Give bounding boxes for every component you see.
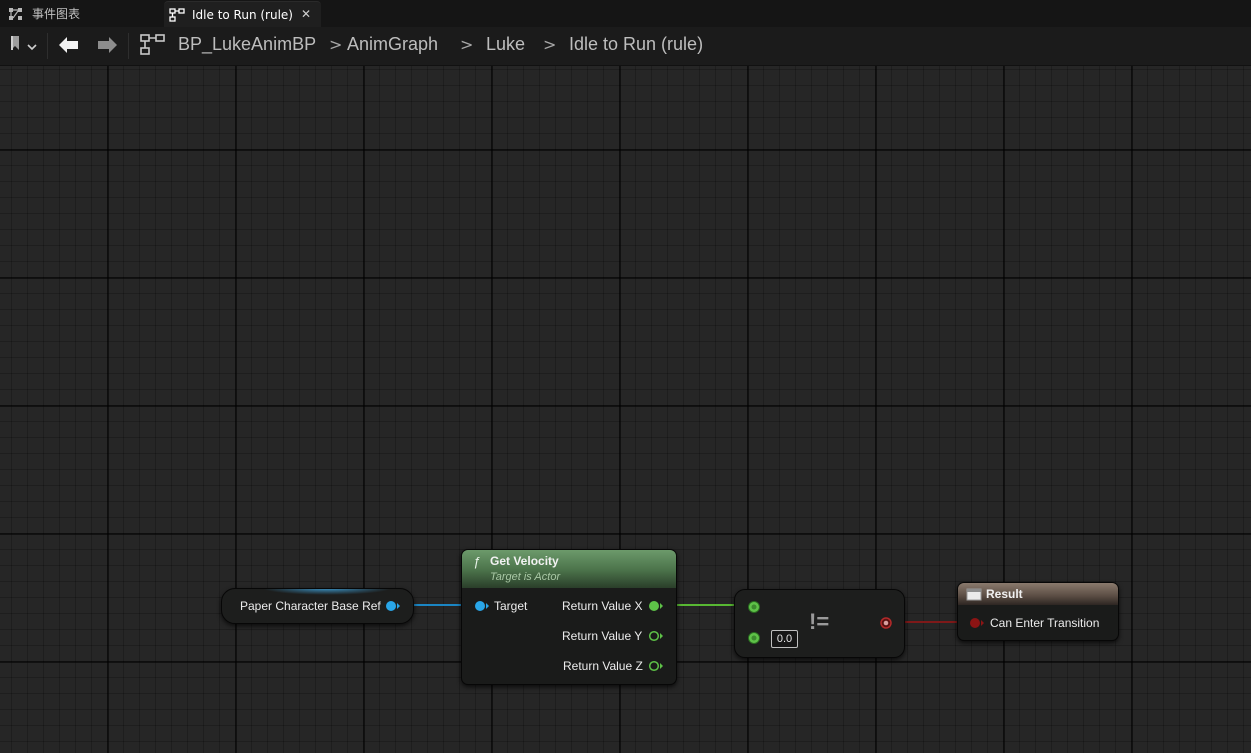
operator-label: != — [809, 609, 830, 634]
return-y-label: Return Value Y — [562, 629, 643, 643]
return-z-label: Return Value Z — [563, 659, 643, 673]
node-title: Get Velocity — [490, 554, 559, 568]
object-output-pin[interactable] — [385, 600, 401, 615]
result-window-icon — [966, 588, 982, 604]
return-x-label: Return Value X — [562, 599, 643, 613]
variable-node-paper-character-base-ref[interactable]: Paper Character Base Ref — [221, 588, 414, 624]
get-velocity-node[interactable]: ƒ Get Velocity Target is Actor Target Re… — [461, 549, 677, 685]
function-icon: ƒ — [473, 554, 481, 569]
variable-node-glow — [262, 589, 392, 595]
can-enter-transition-label: Can Enter Transition — [990, 616, 1100, 630]
result-node[interactable]: Result Can Enter Transition — [957, 582, 1119, 641]
target-pin-label: Target — [494, 599, 528, 613]
node-subtitle: Target is Actor — [490, 571, 561, 583]
return-x-pin[interactable] — [648, 600, 664, 615]
bool-input-pin[interactable] — [969, 617, 985, 632]
float-input-pin-b[interactable] — [747, 631, 761, 648]
node-title: Result — [986, 587, 1023, 601]
default-value-input[interactable]: 0.0 — [771, 630, 798, 648]
return-z-pin[interactable] — [648, 660, 664, 675]
target-input-pin[interactable] — [474, 600, 490, 615]
not-equal-node[interactable]: 0.0 != — [734, 589, 905, 658]
float-input-pin-a[interactable] — [747, 600, 761, 617]
bool-output-pin[interactable] — [879, 616, 893, 633]
return-y-pin[interactable] — [648, 630, 664, 645]
node-header — [958, 583, 1118, 605]
variable-label: Paper Character Base Ref — [240, 599, 381, 613]
